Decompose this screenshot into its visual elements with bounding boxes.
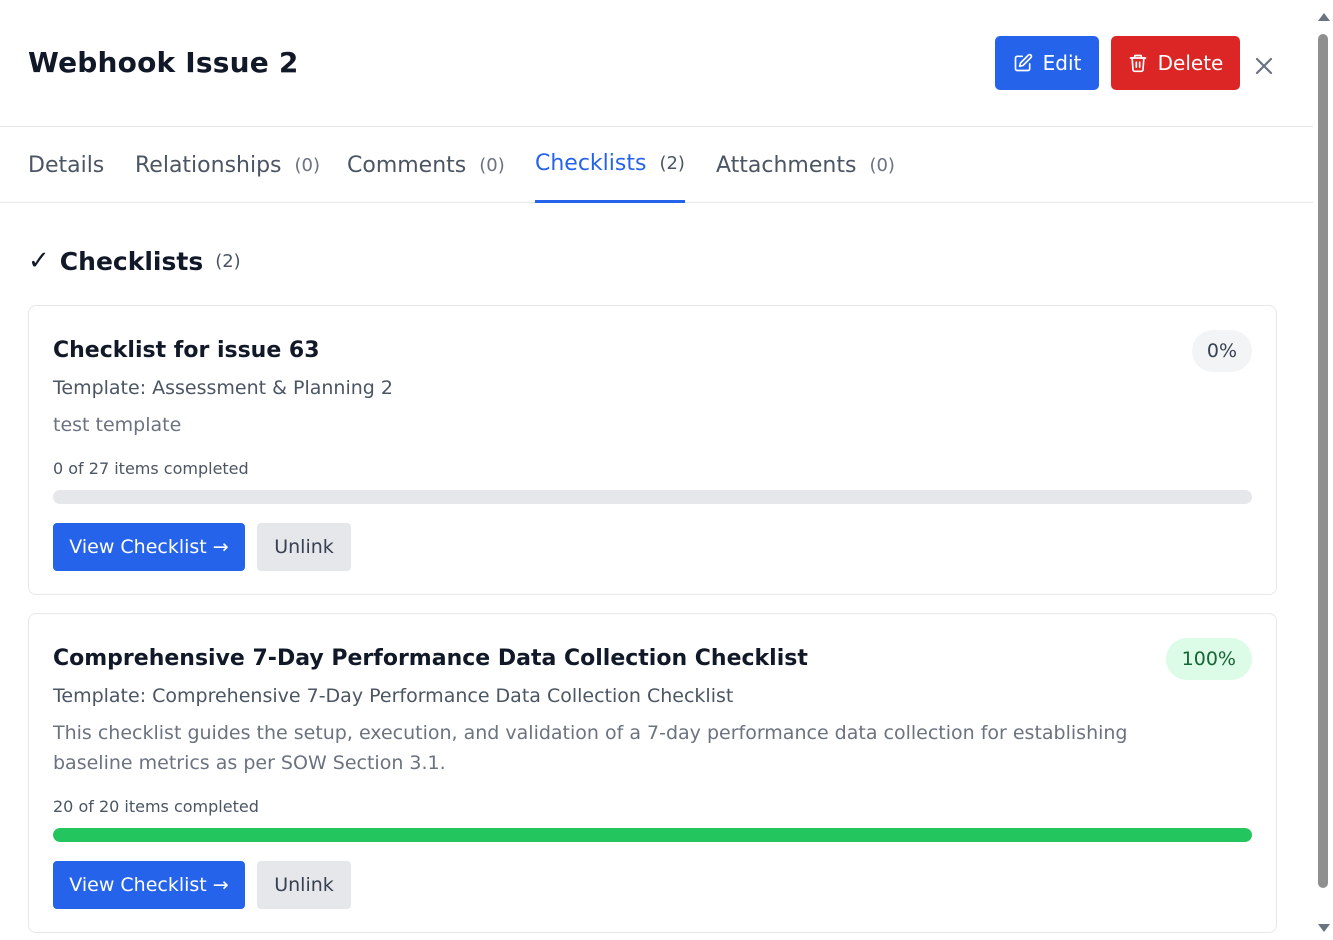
tab-relationships[interactable]: Relationships (0) [135, 127, 320, 203]
edit-icon [1014, 53, 1032, 72]
checklist-description: test template [53, 414, 182, 436]
tab-count: (0) [479, 154, 505, 176]
checklist-title: Checklist for issue 63 [53, 338, 320, 363]
percent-badge: 100% [1165, 638, 1252, 680]
edit-button[interactable]: Edit [995, 36, 1099, 90]
progress-text: 0 of 27 items completed [53, 459, 249, 478]
checklist-description: This checklist guides the setup, executi… [53, 722, 1128, 774]
close-icon[interactable] [1252, 54, 1276, 78]
tab-label: Attachments [716, 152, 857, 178]
tab-label: Comments [347, 152, 467, 178]
issue-modal: Webhook Issue 2 Edit Delete Details Rela… [0, 0, 1313, 940]
tab-bar: Details Relationships (0) Comments (0) C… [0, 127, 1313, 203]
checklist-template: Template: Assessment & Planning 2 [53, 377, 393, 399]
tab-label: Details [28, 152, 105, 178]
tab-count: (2) [659, 153, 685, 174]
unlink-button[interactable]: Unlink [257, 523, 351, 571]
progress-fill [53, 828, 1252, 842]
tab-attachments[interactable]: Attachments (0) [716, 127, 895, 203]
progress-bar [53, 828, 1252, 842]
unlink-button[interactable]: Unlink [257, 861, 351, 909]
scroll-down-arrow-icon[interactable] [1318, 924, 1330, 932]
checklist-title: Comprehensive 7-Day Performance Data Col… [53, 646, 808, 671]
checklist-card: Checklist for issue 63 0% Template: Asse… [28, 305, 1277, 595]
progress-bar [53, 490, 1252, 504]
view-checklist-button[interactable]: View Checklist → [53, 523, 245, 571]
tab-label: Checklists [535, 151, 647, 176]
modal-header: Webhook Issue 2 Edit Delete [0, 0, 1313, 127]
tab-checklists[interactable]: Checklists (2) [535, 127, 685, 203]
tab-comments[interactable]: Comments (0) [347, 127, 505, 203]
delete-label: Delete [1157, 51, 1224, 75]
progress-text: 20 of 20 items completed [53, 797, 259, 816]
section-count: (2) [215, 250, 241, 272]
tab-details[interactable]: Details [28, 127, 104, 203]
delete-button[interactable]: Delete [1111, 36, 1240, 90]
tab-label: Relationships [135, 152, 282, 178]
checklists-section-heading: ✓ Checklists (2) [28, 246, 241, 276]
vertical-scrollbar[interactable] [1313, 0, 1333, 940]
checklist-template: Template: Comprehensive 7-Day Performanc… [53, 685, 734, 707]
scrollbar-thumb[interactable] [1318, 34, 1328, 888]
scroll-up-arrow-icon[interactable] [1318, 13, 1330, 21]
percent-badge: 0% [1192, 330, 1252, 372]
trash-icon [1129, 54, 1146, 73]
checkmark-icon: ✓ [28, 246, 50, 276]
view-checklist-button[interactable]: View Checklist → [53, 861, 245, 909]
section-title: Checklists [59, 246, 204, 276]
page-title: Webhook Issue 2 [28, 46, 299, 79]
tab-count: (0) [869, 154, 895, 176]
edit-label: Edit [1042, 51, 1082, 75]
checklist-card: Comprehensive 7-Day Performance Data Col… [28, 613, 1277, 933]
tab-count: (0) [294, 154, 321, 176]
